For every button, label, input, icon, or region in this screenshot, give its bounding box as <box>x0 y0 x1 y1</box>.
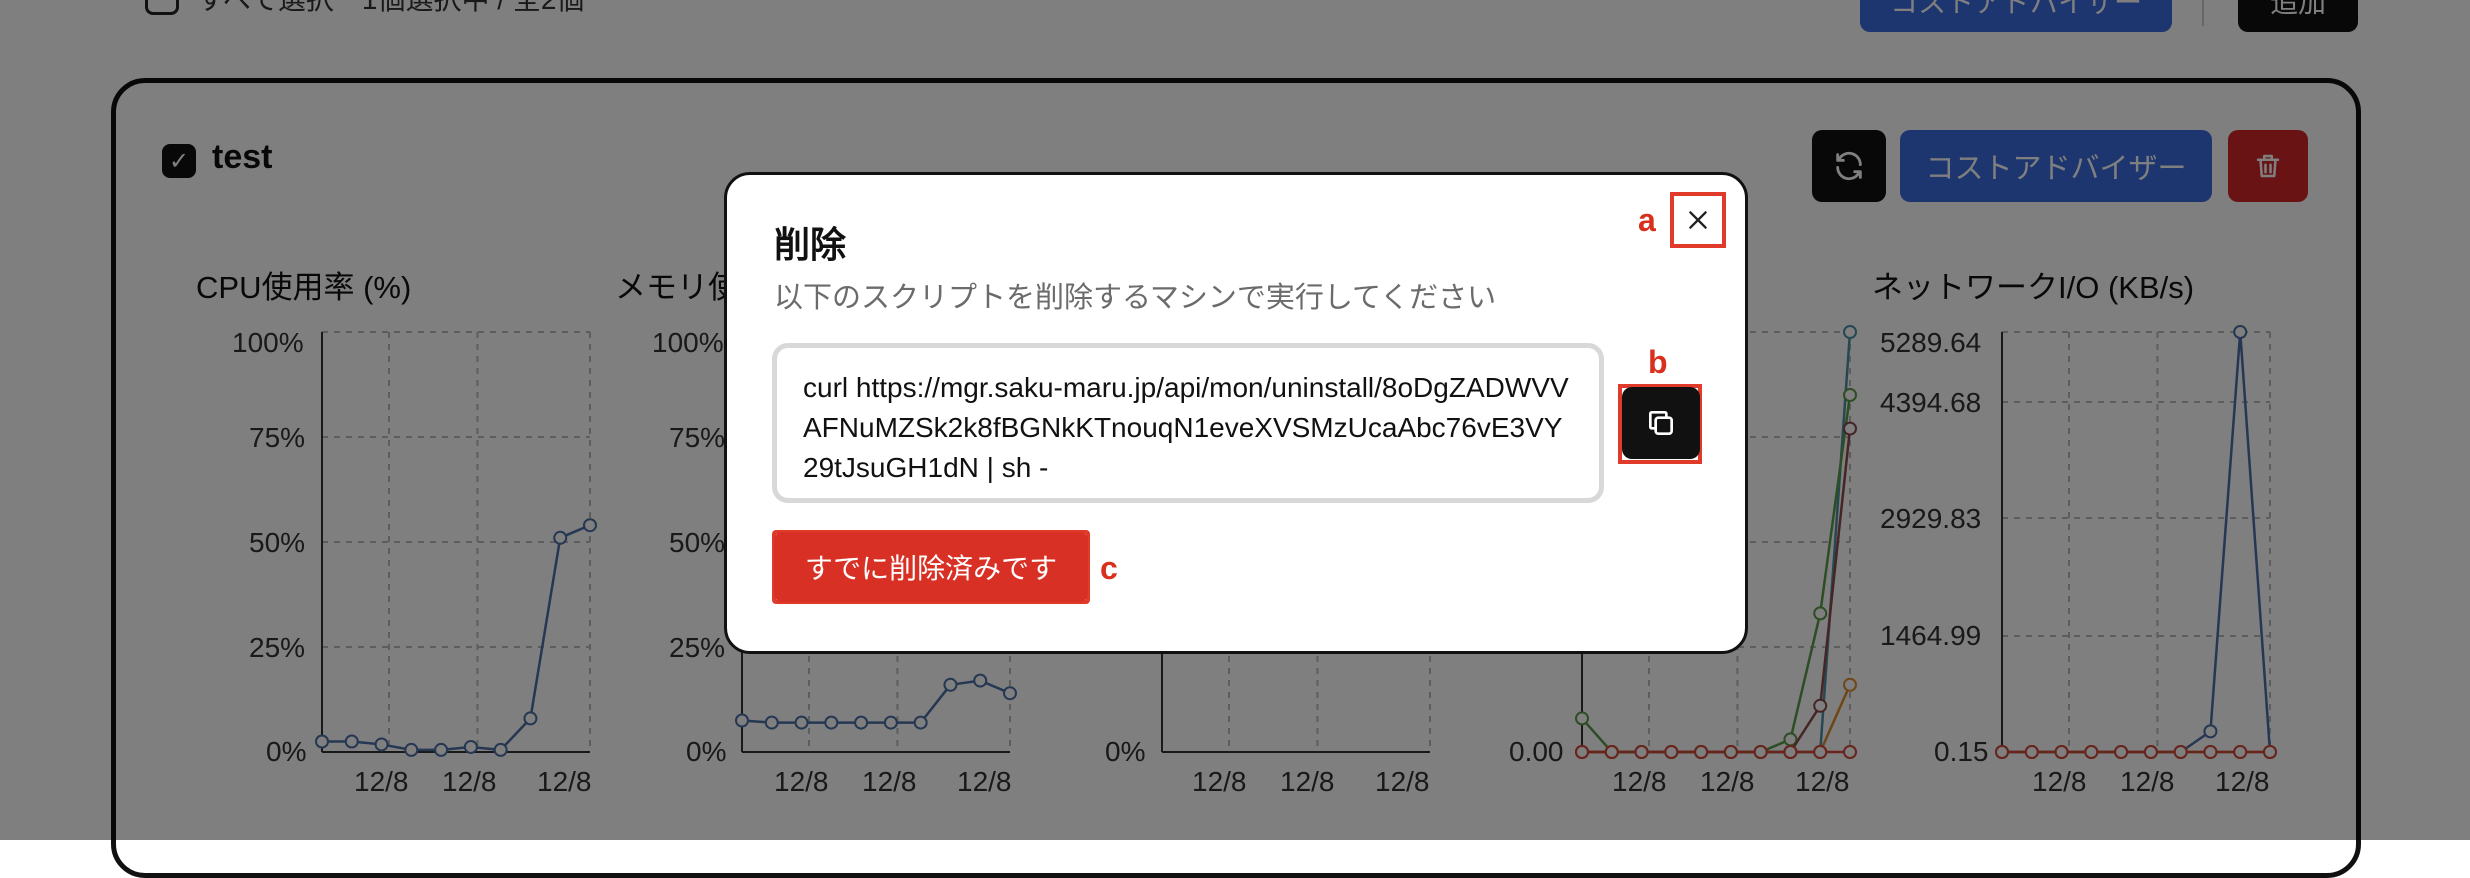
marker-b: b <box>1648 344 1668 380</box>
marker-a: a <box>1638 202 1656 238</box>
copy-button[interactable] <box>1622 387 1700 459</box>
close-button[interactable] <box>1672 194 1724 246</box>
modal-title: 削除 <box>774 224 847 265</box>
uninstall-script-field[interactable]: curl https://mgr.saku-maru.jp/api/mon/un… <box>772 343 1604 503</box>
copy-icon <box>1649 411 1673 435</box>
marker-c: c <box>1100 550 1118 586</box>
close-icon <box>1689 211 1707 229</box>
modal-description: 以下のスクリプトを削除するマシンで実行してください <box>774 282 1497 314</box>
already-deleted-button[interactable]: すでに削除済みです <box>774 532 1088 602</box>
